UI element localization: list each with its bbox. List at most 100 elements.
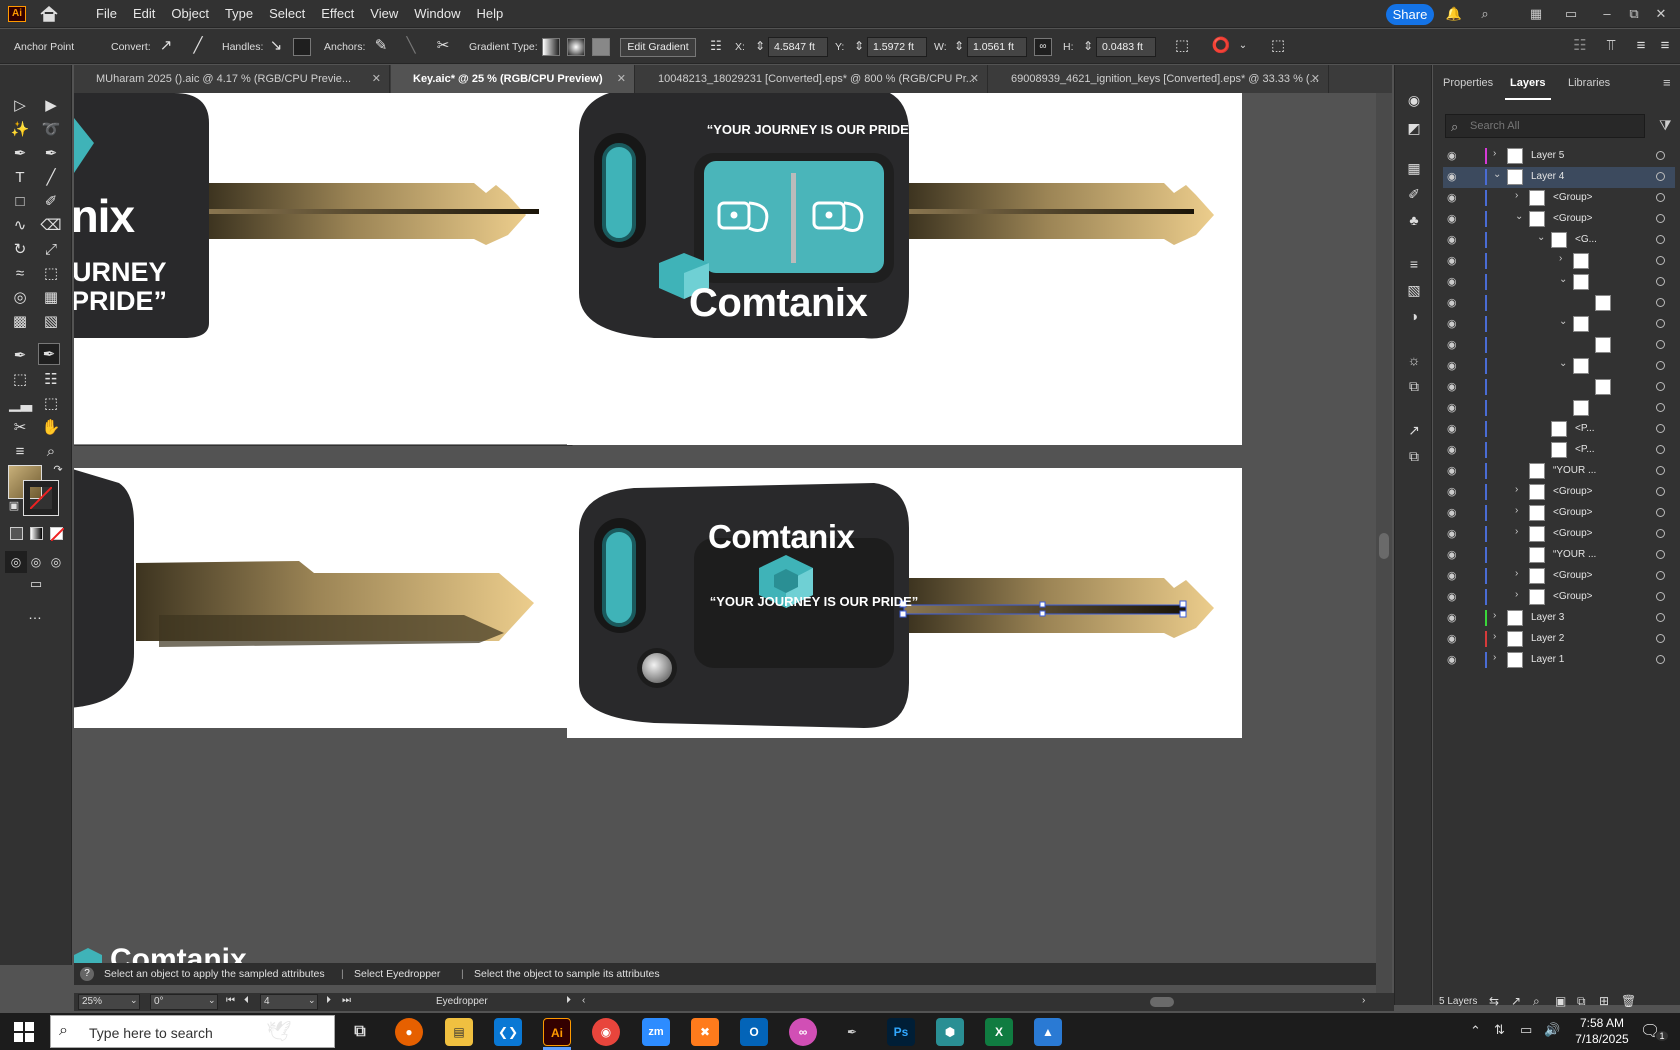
monitor-icon[interactable]: ▭ [1520,1022,1532,1038]
layer-row[interactable]: ◉ › Layer 1 [1443,650,1675,671]
export-selection-icon[interactable]: ↗ [1511,994,1521,1008]
distribute-icon[interactable]: ⫪ [1600,35,1622,57]
h-spinner-icon[interactable]: ⇕ [1083,39,1093,53]
draw-inside-icon[interactable]: ◎ [45,551,67,573]
eyedropper-tool-icon[interactable]: ✒ [9,345,31,367]
target-circle-icon[interactable] [1656,193,1665,202]
visibility-eye-icon[interactable]: ◉ [1447,527,1461,540]
constrain-proportions-icon[interactable]: ∞ [1034,38,1052,56]
expand-chevron-icon[interactable]: › [1493,610,1496,621]
tab-key[interactable]: Key.aic* @ 25 % (RGB/CPU Preview) ✕ [391,65,635,93]
photoshop-icon[interactable]: Ps [887,1018,915,1046]
new-layer-icon[interactable]: ⊞ [1599,994,1609,1008]
visibility-eye-icon[interactable]: ◉ [1447,443,1461,456]
convert-corner-icon[interactable]: ↗ [155,35,177,57]
collapse-chevron-icon[interactable]: ⌄ [1559,316,1567,327]
line-tool-icon[interactable]: ╱ [40,167,62,189]
shaper-tool-icon[interactable]: ∿ [9,215,31,237]
target-circle-icon[interactable] [1656,445,1665,454]
tab-muharam[interactable]: MUharam 2025 ().aic @ 4.17 % (RGB/CPU Pr… [74,65,390,93]
shape-builder-tool-icon[interactable]: ◎ [9,287,31,309]
visibility-eye-icon[interactable]: ◉ [1447,506,1461,519]
delete-layer-icon[interactable]: 🗑 [1621,994,1636,1008]
target-circle-icon[interactable] [1656,424,1665,433]
more-options-icon[interactable]: ≡ [1654,35,1676,57]
target-circle-icon[interactable] [1656,235,1665,244]
layer-row[interactable]: ◉ › <Group> [1443,587,1675,608]
vscode-icon[interactable]: ❮❯ [494,1018,522,1046]
menu-select[interactable]: Select [261,0,313,28]
close-tab-icon[interactable]: ✕ [970,65,979,93]
h-field[interactable]: 0.0483 ft [1096,37,1156,57]
slice-tool-icon[interactable]: ✂ [9,417,31,439]
menu-file[interactable]: File [88,0,125,28]
status-menu-icon[interactable]: ⏵ [566,995,571,1006]
layer-row[interactable]: ◉ ⌄ [1443,356,1675,377]
visibility-eye-icon[interactable]: ◉ [1447,569,1461,582]
visibility-eye-icon[interactable]: ◉ [1447,380,1461,393]
gradient-tool-icon[interactable]: ▧ [40,311,62,333]
collapse-chevron-icon[interactable]: ⌄ [1493,169,1501,180]
target-circle-icon[interactable] [1656,340,1665,349]
target-circle-icon[interactable] [1656,403,1665,412]
transform-icon[interactable]: ⬚ [1171,35,1193,57]
linear-gradient-button[interactable] [542,38,560,56]
close-tab-icon[interactable]: ✕ [1311,65,1320,93]
visibility-eye-icon[interactable]: ◉ [1447,611,1461,624]
taskbar-date[interactable]: 7/18/2025 [1572,1032,1632,1046]
expand-chevron-icon[interactable]: › [1515,568,1518,579]
visibility-eye-icon[interactable]: ◉ [1447,653,1461,666]
taskbar-search-box[interactable]: ⌕ Type here to search 🕊 [50,1015,335,1048]
layer-row[interactable]: ◉ <P... [1443,440,1675,461]
collapse-chevron-icon[interactable]: ⌄ [1515,211,1523,222]
target-circle-icon[interactable] [1656,571,1665,580]
visibility-eye-icon[interactable]: ◉ [1447,149,1461,162]
layer-row[interactable]: ◉ › <Group> [1443,503,1675,524]
w-spinner-icon[interactable]: ⇕ [954,39,964,53]
minimize-button[interactable]: – [1596,4,1618,24]
visibility-eye-icon[interactable]: ◉ [1447,338,1461,351]
make-clipping-mask-icon[interactable]: ▣ [1555,994,1566,1008]
width-tool-icon[interactable]: ≈ [9,263,31,285]
blend-tool-icon[interactable]: ⬚ [9,369,31,391]
zoom-chevron-icon[interactable]: ⌄ [130,995,138,1006]
windows-start-icon[interactable] [14,1022,34,1045]
y-spinner-icon[interactable]: ⇕ [854,39,864,53]
appearance-icon[interactable]: ◉ [1405,91,1423,109]
type-tool-icon[interactable]: T [9,167,31,189]
close-tab-icon[interactable]: ✕ [372,65,381,93]
xampp-icon[interactable]: ✖ [691,1018,719,1046]
tab-converted-eps[interactable]: 10048213_18029231 [Converted].eps* @ 800… [636,65,988,93]
expand-chevron-icon[interactable]: › [1493,652,1496,663]
target-circle-icon[interactable] [1656,508,1665,517]
locate-object-icon[interactable]: ⌕ [1533,994,1540,1009]
tab-layers[interactable]: Layers [1510,77,1545,89]
gradient-mode-icon[interactable] [30,527,43,540]
column-graph-tool-icon[interactable]: ▁▃ [9,393,32,415]
photos-app-icon[interactable]: ▲ [1034,1018,1062,1046]
none-mode-icon[interactable] [50,527,64,541]
dropdown-chevron-icon[interactable]: ⌄ [1232,35,1254,57]
visibility-eye-icon[interactable]: ◉ [1447,233,1461,246]
curvature-tool-icon[interactable]: ✒ [40,143,62,165]
layer-row[interactable]: ◉ “YOUR ... [1443,545,1675,566]
layer-row[interactable]: ◉ › Layer 5 [1443,146,1675,167]
visibility-eye-icon[interactable]: ◉ [1447,401,1461,414]
default-fill-stroke-icon[interactable]: ▣ [3,495,25,517]
expand-chevron-icon[interactable]: › [1515,484,1518,495]
filter-icon[interactable]: ⧩ [1659,117,1672,134]
target-circle-icon[interactable] [1656,487,1665,496]
chrome-icon[interactable]: ◉ [592,1018,620,1046]
target-circle-icon[interactable] [1656,382,1665,391]
layers-search-input[interactable]: Search All [1445,114,1645,138]
layer-row[interactable]: ◉ [1443,335,1675,356]
expand-chevron-icon[interactable]: › [1493,631,1496,642]
visibility-eye-icon[interactable]: ◉ [1447,422,1461,435]
freeform-gradient-button[interactable] [592,38,610,56]
target-circle-icon[interactable] [1656,172,1665,181]
scroll-right-icon[interactable]: › [1362,995,1365,1006]
artboard-tool-icon[interactable]: ⬚ [40,393,62,415]
draw-behind-icon[interactable]: ◎ [25,551,47,573]
home-icon[interactable] [38,5,60,23]
target-circle-icon[interactable] [1656,550,1665,559]
